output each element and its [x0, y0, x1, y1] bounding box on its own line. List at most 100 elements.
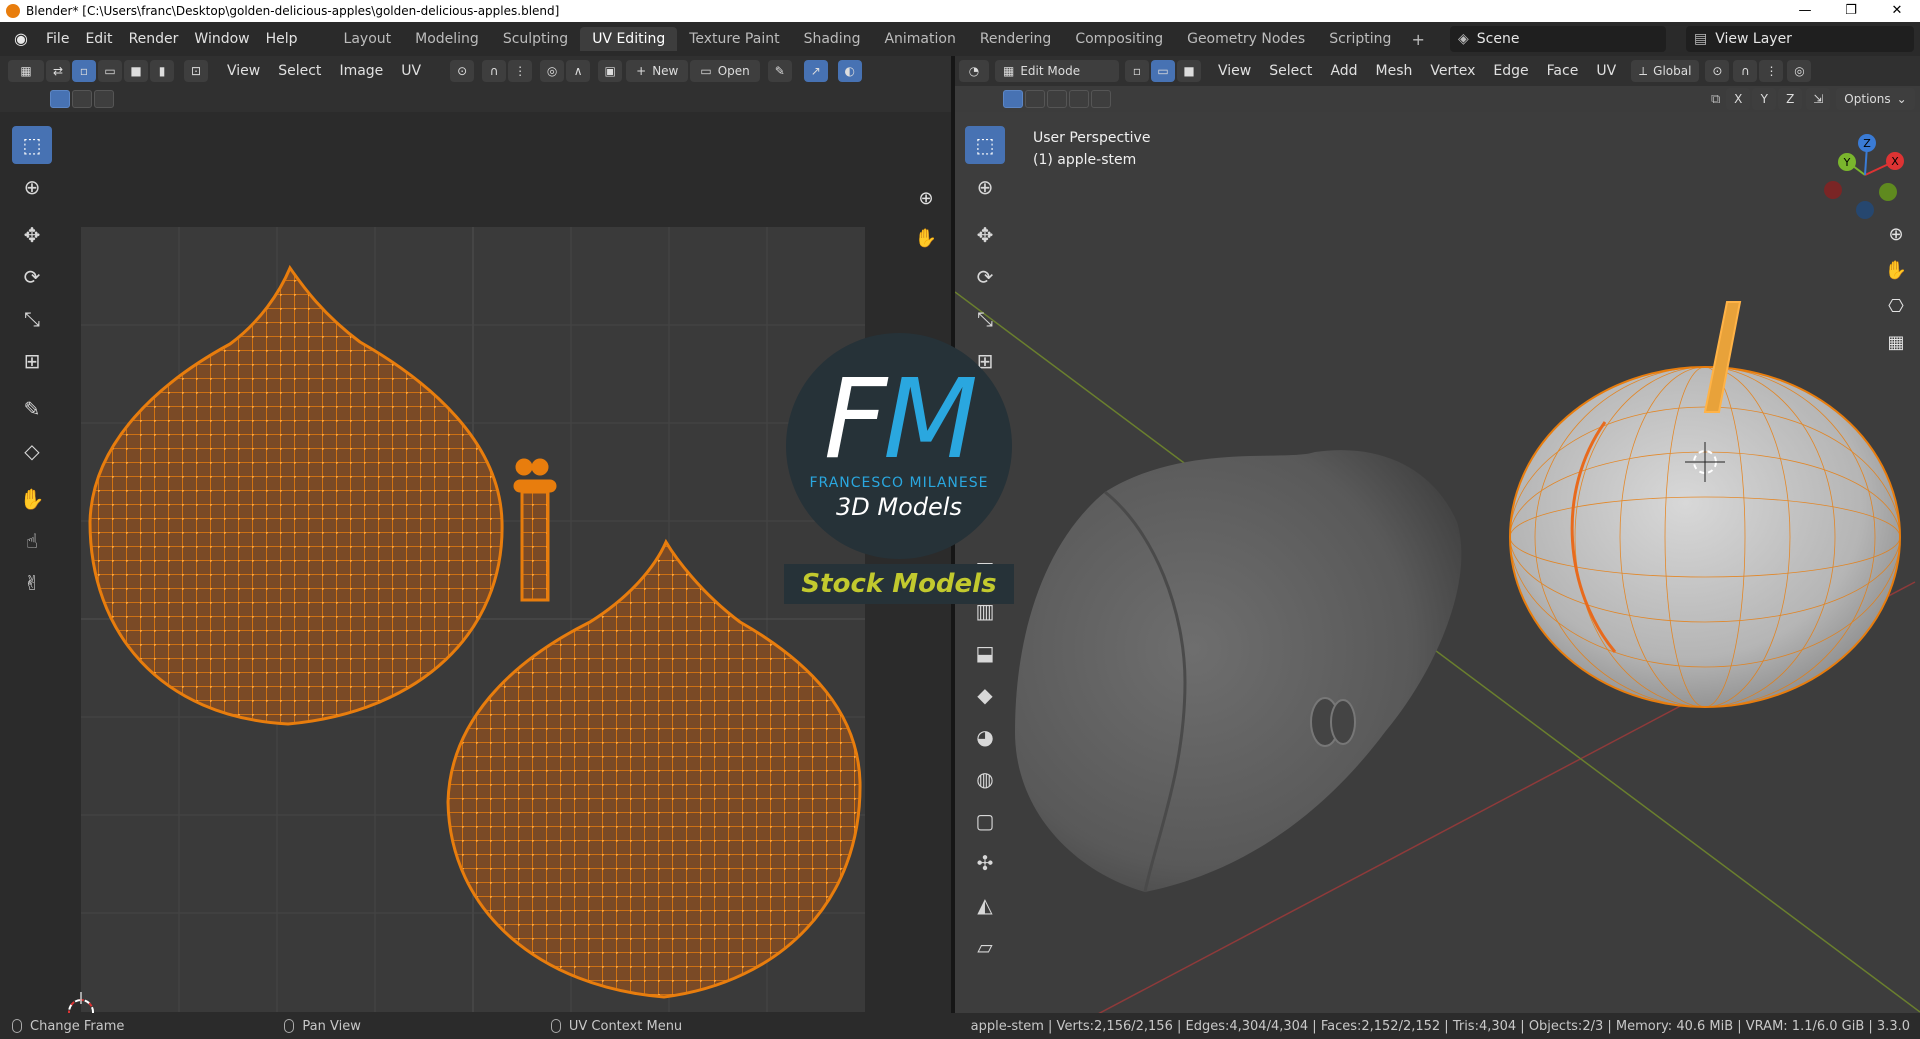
relax-tool-icon[interactable]: ☝: [12, 522, 52, 560]
falloff-icon[interactable]: ∧: [566, 60, 591, 82]
tab-scripting[interactable]: Scripting: [1317, 27, 1403, 51]
vp-select-tool-icon[interactable]: ⬚: [965, 126, 1005, 164]
vp-cursor-tool-icon[interactable]: ⊕: [965, 168, 1005, 206]
blender-logo-icon[interactable]: ◉: [10, 29, 32, 49]
vp-menu-uv[interactable]: UV: [1587, 63, 1625, 79]
vp-select-intersect-icon[interactable]: [1091, 90, 1111, 108]
rip-tool-icon[interactable]: ◇: [12, 432, 52, 470]
smooth-tool-icon[interactable]: ✣: [965, 844, 1005, 882]
vp-zoom-icon[interactable]: ⊕: [1880, 218, 1912, 250]
vp-menu-mesh[interactable]: Mesh: [1367, 63, 1422, 79]
move-tool-icon[interactable]: ✥: [12, 216, 52, 254]
edge-mode-icon[interactable]: ▭: [1151, 60, 1175, 82]
tab-layout[interactable]: Layout: [332, 27, 404, 51]
vp-proportional-icon[interactable]: ◎: [1787, 60, 1812, 82]
pinch-tool-icon[interactable]: ✌: [12, 564, 52, 602]
menu-file[interactable]: File: [38, 22, 77, 56]
vp-move-tool-icon[interactable]: ✥: [965, 216, 1005, 254]
edge-select-icon[interactable]: ▭: [98, 60, 122, 82]
tab-rendering[interactable]: Rendering: [968, 27, 1064, 51]
menu-help[interactable]: Help: [258, 22, 306, 56]
options-dropdown[interactable]: Options ⌄: [1836, 88, 1915, 110]
sticky-selection-icon[interactable]: ⊡: [184, 60, 208, 82]
vp-select-subtract-icon[interactable]: [1047, 90, 1067, 108]
snap-icon[interactable]: ∩: [482, 60, 507, 82]
zoom-icon[interactable]: ⊕: [910, 182, 942, 214]
island-select-icon[interactable]: ▮: [150, 60, 174, 82]
viewport-editor-type-icon[interactable]: ◔: [959, 60, 989, 82]
tab-uv-editing[interactable]: UV Editing: [580, 27, 678, 51]
knife-tool-icon[interactable]: ◕: [965, 718, 1005, 756]
tab-animation[interactable]: Animation: [872, 27, 967, 51]
open-image-button[interactable]: ▭ Open: [690, 60, 760, 82]
overlays-toggle-icon[interactable]: ◐: [837, 60, 862, 82]
navigation-gizmo[interactable]: X Y Z: [1815, 130, 1915, 220]
vp-menu-select[interactable]: Select: [1260, 63, 1321, 79]
vertex-select-icon[interactable]: ▫: [72, 60, 96, 82]
face-select-icon[interactable]: ■: [124, 60, 148, 82]
uv-menu-view[interactable]: View: [218, 63, 269, 79]
spin-tool-icon[interactable]: ▢: [965, 802, 1005, 840]
tab-geometry-nodes[interactable]: Geometry Nodes: [1175, 27, 1317, 51]
vp-select-new-icon[interactable]: [1003, 90, 1023, 108]
vp-menu-vertex[interactable]: Vertex: [1421, 63, 1484, 79]
mirror-x-toggle[interactable]: X: [1726, 88, 1751, 110]
vp-select-invert-icon[interactable]: [1069, 90, 1089, 108]
auto-merge-icon[interactable]: ⇲: [1806, 88, 1831, 110]
gizmo-toggle-icon[interactable]: ↗: [803, 60, 828, 82]
vp-scale-tool-icon[interactable]: ⤡: [965, 300, 1005, 338]
transform-tool-icon[interactable]: ⊞: [12, 342, 52, 380]
close-button[interactable]: ✕: [1874, 0, 1920, 22]
cursor-tool-icon[interactable]: ⊕: [12, 168, 52, 206]
face-mode-icon[interactable]: ■: [1177, 60, 1201, 82]
scale-tool-icon[interactable]: ⤡: [12, 300, 52, 338]
select-box-tool-icon[interactable]: ⬚: [12, 126, 52, 164]
pivot-point-icon[interactable]: ⊙: [450, 60, 475, 82]
mode-selector[interactable]: ▦ Edit Mode: [995, 60, 1119, 82]
tab-sculpting[interactable]: Sculpting: [491, 27, 580, 51]
annotate-tool-icon[interactable]: ✎: [12, 390, 52, 428]
snap-options-icon[interactable]: ⋮: [508, 60, 533, 82]
mirror-y-toggle[interactable]: Y: [1752, 88, 1777, 110]
uv-menu-image[interactable]: Image: [330, 63, 392, 79]
poly-build-tool-icon[interactable]: ◍: [965, 760, 1005, 798]
vp-snap-target-icon[interactable]: ⋮: [1759, 60, 1784, 82]
add-workspace-button[interactable]: +: [1403, 30, 1432, 49]
select-box-subtract-icon[interactable]: [94, 90, 114, 108]
select-box-new-icon[interactable]: [50, 90, 70, 108]
vertex-mode-icon[interactable]: ▫: [1125, 60, 1149, 82]
vp-rotate-tool-icon[interactable]: ⟳: [965, 258, 1005, 296]
grab-tool-icon[interactable]: ✋: [12, 480, 52, 518]
new-image-button[interactable]: + New: [626, 60, 689, 82]
tab-texture-paint[interactable]: Texture Paint: [677, 27, 791, 51]
menu-render[interactable]: Render: [121, 22, 187, 56]
bevel-tool-icon[interactable]: ⬓: [965, 634, 1005, 672]
view-layer-selector[interactable]: ▤ View Layer: [1686, 26, 1914, 52]
vp-menu-view[interactable]: View: [1209, 63, 1260, 79]
restore-button[interactable]: ❐: [1828, 0, 1874, 22]
uv-canvas[interactable]: ⬚ ⊕ ✥ ⟳ ⤡ ⊞ ✎ ◇ ✋ ☝ ✌ ⊕ ✋: [0, 112, 951, 1013]
mirror-z-toggle[interactable]: Z: [1778, 88, 1803, 110]
camera-view-icon[interactable]: ⎔: [1880, 290, 1912, 322]
pivot-icon[interactable]: ⊙: [1705, 60, 1730, 82]
pan-hand-icon[interactable]: ✋: [910, 222, 942, 254]
menu-window[interactable]: Window: [186, 22, 257, 56]
minimize-button[interactable]: —: [1782, 0, 1828, 22]
editor-type-icon[interactable]: ▦: [8, 60, 44, 82]
loop-cut-tool-icon[interactable]: ◆: [965, 676, 1005, 714]
uv-menu-uv[interactable]: UV: [392, 63, 430, 79]
viewport-canvas[interactable]: User Perspective (1) apple-stem X Y Z ⊕ …: [955, 112, 1920, 1013]
vp-snap-icon[interactable]: ∩: [1733, 60, 1758, 82]
orientation-selector[interactable]: ⟂ Global: [1631, 60, 1700, 82]
vp-menu-edge[interactable]: Edge: [1484, 63, 1537, 79]
mirror-icon[interactable]: ⧉: [1711, 92, 1720, 107]
tab-shading[interactable]: Shading: [792, 27, 873, 51]
vp-pan-icon[interactable]: ✋: [1880, 254, 1912, 286]
ortho-toggle-icon[interactable]: ▦: [1880, 326, 1912, 358]
image-browse-icon[interactable]: ▣: [598, 60, 623, 82]
vp-menu-face[interactable]: Face: [1538, 63, 1588, 79]
tab-compositing[interactable]: Compositing: [1063, 27, 1175, 51]
menu-edit[interactable]: Edit: [77, 22, 120, 56]
shear-tool-icon[interactable]: ▱: [965, 928, 1005, 966]
vp-select-extend-icon[interactable]: [1025, 90, 1045, 108]
